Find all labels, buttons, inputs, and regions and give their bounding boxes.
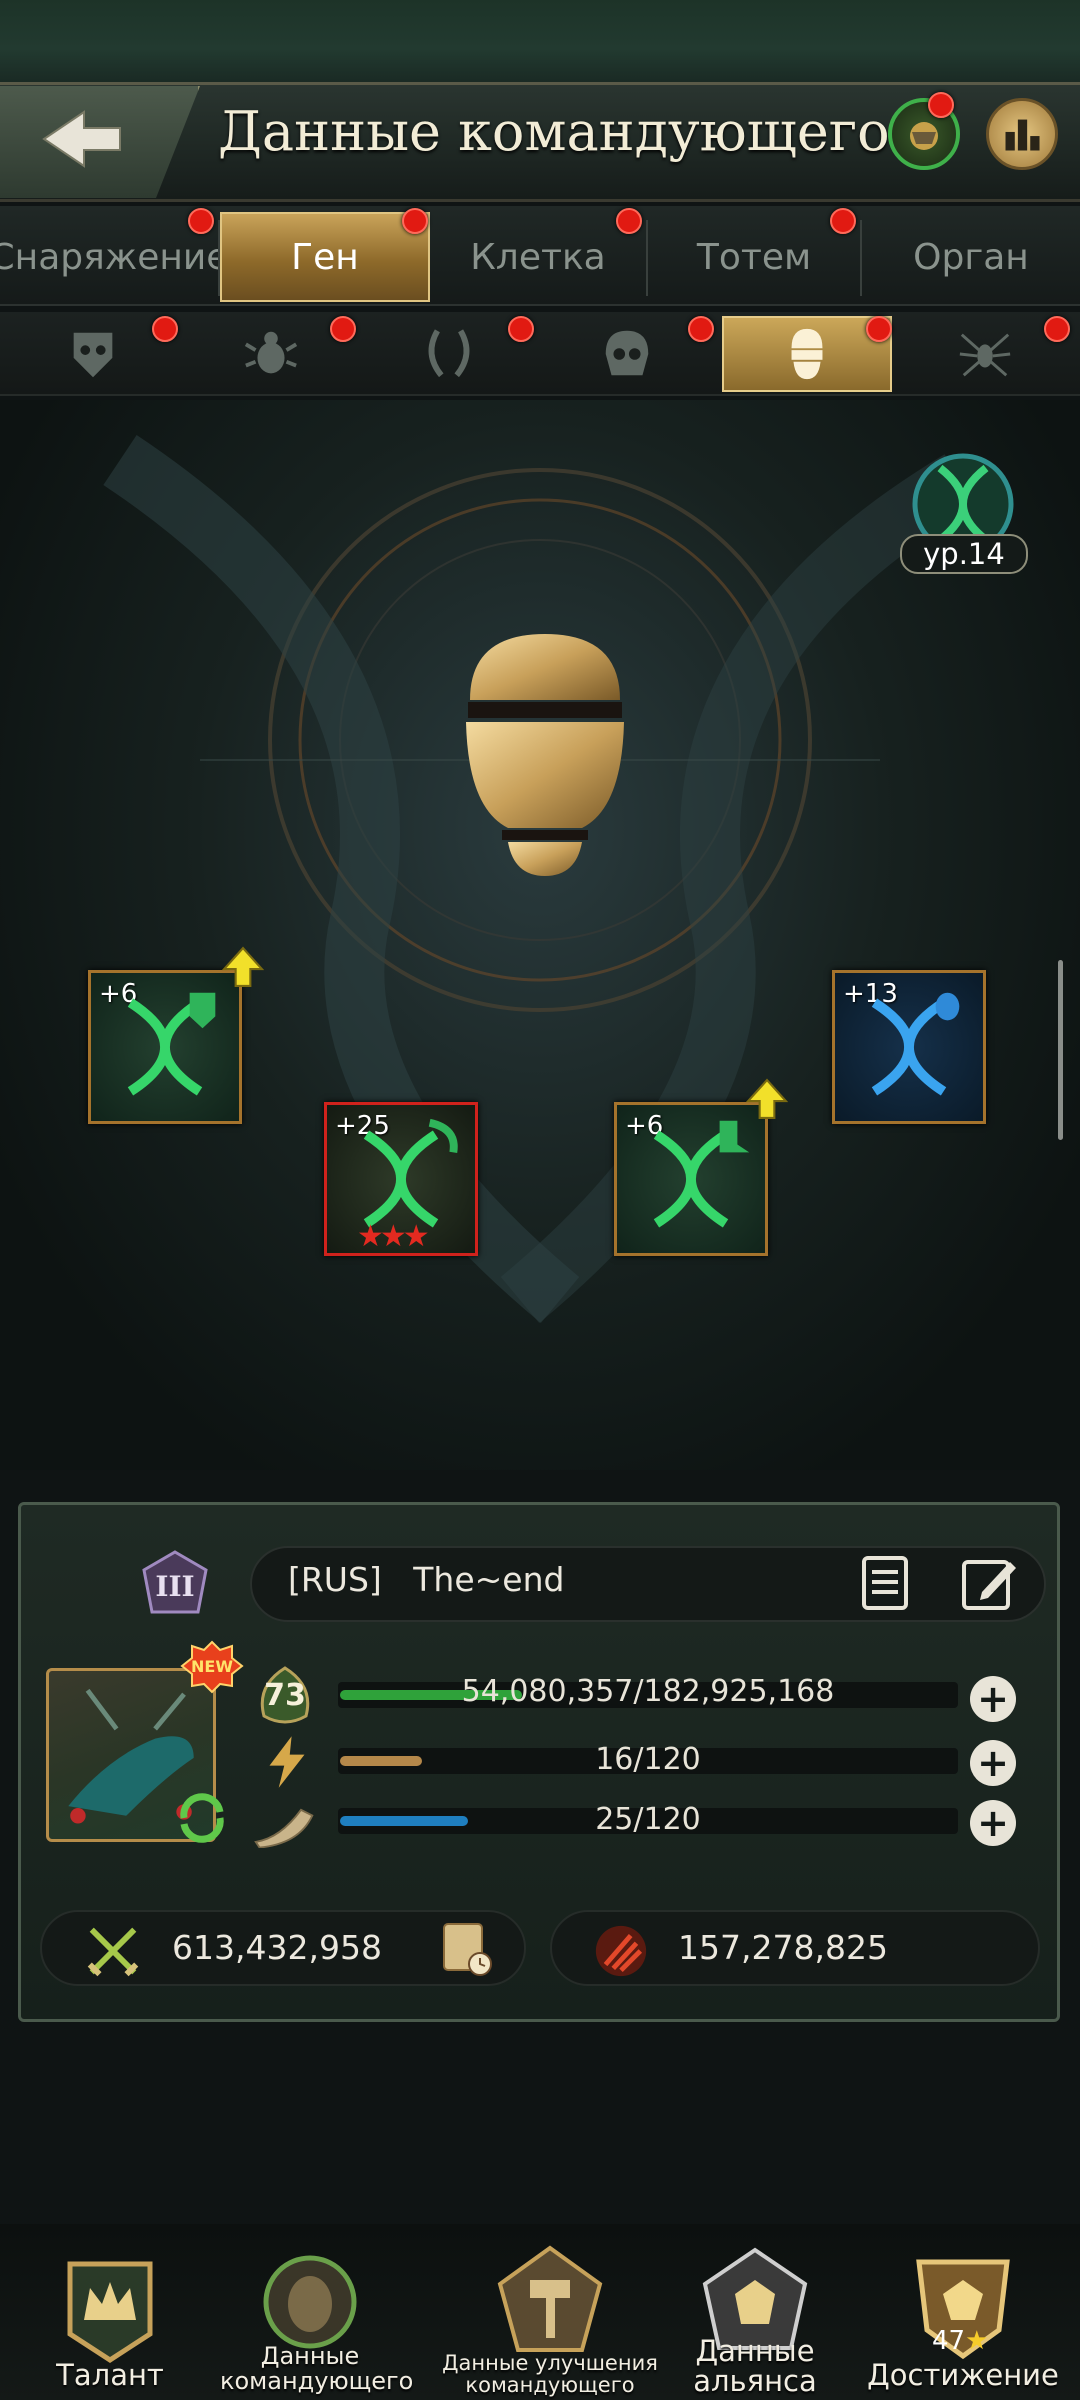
energy-lightning-icon [269,1736,305,1788]
notification-dot [188,208,214,234]
nav-commander-data[interactable]: Данные командующего [220,2244,414,2400]
nav-label: Данные улучшения командующего [442,2351,658,2398]
crossed-swords-icon [87,1927,139,1977]
scrollbar[interactable] [1058,960,1063,1140]
star-rating: ★★★ [357,1219,430,1254]
info-list-button[interactable] [856,1552,918,1614]
tab-gene[interactable]: Ген [220,212,430,302]
rank-badge-icon: III [142,1550,208,1614]
gene-slot-1[interactable]: +6 [88,970,242,1124]
subtab-skull[interactable] [542,316,712,392]
list-icon [862,1556,908,1610]
notification-dot [688,316,714,342]
notification-dot [928,92,954,118]
egg-icon [791,328,823,380]
notification-dot [402,208,428,234]
notification-dot [508,316,534,342]
beetle-icon [244,331,298,374]
notification-dot [330,316,356,342]
energy-value: 16/120 [595,1742,701,1777]
edit-icon [962,1560,1016,1610]
achievement-count: 47★ [932,2326,989,2356]
nav-label: Данные командующего [220,2342,414,2396]
tab-cell[interactable]: Клетка [432,212,644,302]
commander-name: [RUS] The~end [288,1560,565,1599]
svg-text:III: III [155,1570,194,1603]
spider-icon [959,333,1011,377]
skull-icon [605,330,649,376]
add-exp-button[interactable]: + [970,1676,1016,1722]
dna-shield-icon [127,992,216,1096]
gene-slot-4[interactable]: +13 [832,970,986,1124]
scroll-history-icon[interactable] [436,1918,496,1978]
nav-achievement[interactable]: 47★ Достижение [858,2244,1068,2400]
new-badge: NEW [180,1640,244,1694]
star-icon: ★ [965,2326,989,2356]
stamina-value: 25/120 [595,1802,701,1837]
notification-dot [616,208,642,234]
gene-egg-icon [466,634,624,876]
mandible-icon [428,329,470,378]
notification-dot [866,316,892,342]
gene-slot-3[interactable]: +6 [614,1102,768,1256]
nav-talent[interactable]: Талант [30,2244,190,2394]
add-energy-button[interactable]: + [970,1740,1016,1786]
dna-boot-icon [653,1120,750,1228]
notification-dot [1044,316,1070,342]
nav-label: Талант [56,2358,164,2392]
upgrade-arrow-icon [746,1078,788,1119]
back-arrow-icon [42,110,121,168]
kills-claw-icon [595,1925,647,1977]
commander-level: 73 [264,1678,306,1713]
kills-value: 157,278,825 [678,1928,888,1967]
notification-dot [152,316,178,342]
tab-equipment[interactable]: Снаряжение [0,212,228,302]
tab-organ[interactable]: Орган [862,212,1080,302]
crown-icon [67,2261,153,2363]
upgrade-arrow-icon [222,946,264,987]
nav-commander-upgrade[interactable]: Данные улучшения командующего [430,2244,670,2400]
dna-bug-icon [871,992,960,1096]
swap-icon[interactable] [174,1790,230,1846]
gene-level-label: ур.14 [900,534,1028,574]
shield-mask-icon [73,332,113,378]
page-title: Данные командующего [218,100,890,163]
notification-dot [830,208,856,234]
stamina-horn-icon [254,1808,314,1848]
svg-text:NEW: NEW [191,1657,233,1676]
nav-label: Достижение [867,2358,1059,2392]
nav-label: Данные альянса [693,2334,817,2399]
nav-alliance-data[interactable]: Данные альянса [680,2244,830,2400]
gene-slot-2[interactable]: +25 ★★★ [324,1102,478,1256]
tab-totem[interactable]: Тотем [648,212,860,302]
ranking-button[interactable] [986,98,1058,170]
power-value: 613,432,958 [172,1928,382,1967]
hammer-icon [497,2245,603,2352]
add-stamina-button[interactable]: + [970,1800,1016,1846]
edit-name-button[interactable] [958,1552,1020,1614]
top-strip [0,0,1080,82]
bar-chart-icon [1005,119,1040,151]
exp-value: 54,080,357/182,925,168 [461,1674,835,1709]
